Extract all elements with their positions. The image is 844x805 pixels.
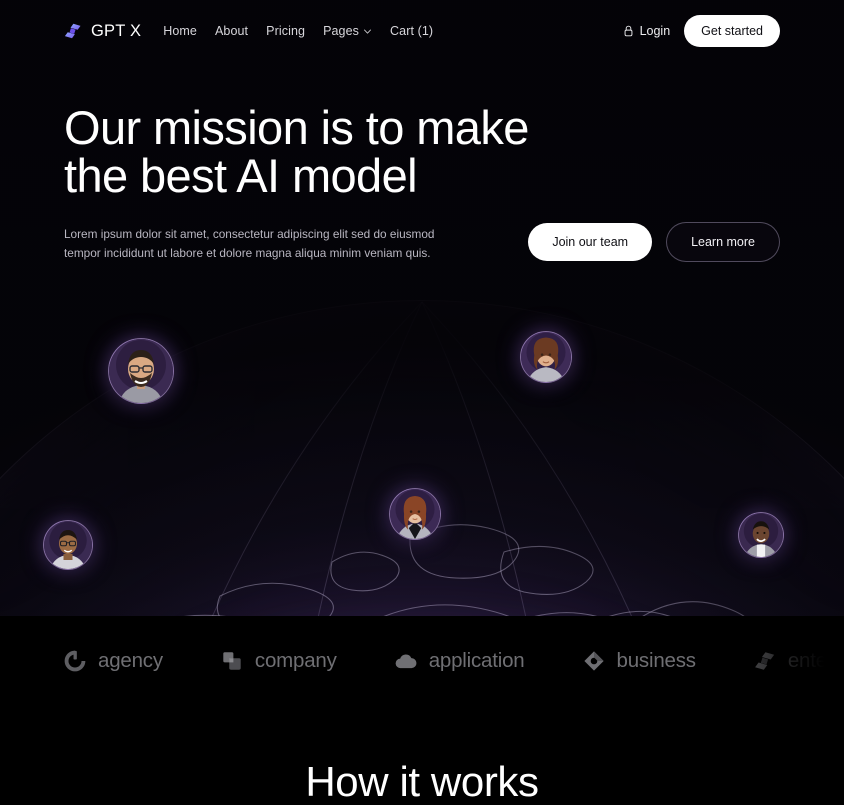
nav-link-home[interactable]: Home [163, 24, 197, 38]
bearded-man-glasses-avatar [109, 339, 173, 403]
brand-logo[interactable]: GPT X [64, 22, 141, 41]
main-navbar: GPT X Home About Pricing Pages Cart (1) … [0, 0, 844, 62]
nav-link-home-label: Home [163, 24, 197, 38]
logo-marquee: agency company application business ente… [0, 616, 844, 706]
logo-marquee-track: agency company application business ente… [64, 616, 844, 706]
how-it-works-title: How it works [305, 758, 539, 805]
cloud-icon [395, 654, 417, 669]
chevron-down-icon [364, 29, 371, 34]
avatar-marker-5[interactable] [738, 512, 784, 558]
gptx-logo-icon [64, 23, 81, 39]
hero-section: GPT X Home About Pricing Pages Cart (1) … [0, 0, 844, 616]
page-title: Our mission is to make the best AI model [64, 101, 529, 203]
nav-link-pricing-label: Pricing [266, 24, 306, 38]
avatar-marker-3[interactable] [43, 520, 93, 570]
avatar-marker-2[interactable] [520, 331, 572, 383]
nav-link-about[interactable]: About [215, 24, 248, 38]
nav-link-cart-label: Cart (1) [390, 24, 434, 38]
lock-icon [624, 25, 632, 37]
login-label: Login [639, 24, 671, 38]
logo-label-enterprise: enterprise [787, 649, 844, 672]
nav-links: Home About Pricing Pages Cart (1) [163, 24, 433, 38]
gptx-logo-icon [754, 652, 774, 670]
login-button[interactable]: Login [623, 24, 671, 38]
nav-link-about-label: About [214, 24, 249, 38]
curly-hair-woman-avatar [521, 332, 571, 382]
how-it-works-section: How it works [0, 706, 844, 805]
logo-item-agency: agency [64, 649, 163, 673]
avatar-marker-1[interactable] [108, 338, 174, 404]
arc-ring-icon [64, 650, 86, 672]
logo-item-enterprise: enterprise [754, 649, 844, 673]
join-our-team-button[interactable]: Join our team [528, 223, 653, 261]
logo-item-business: business [583, 649, 696, 673]
diamond-icon [583, 651, 604, 671]
red-hair-woman-avatar [390, 489, 440, 539]
navbar-actions: Login Get started [623, 15, 780, 47]
smiling-man-avatar [739, 513, 783, 557]
logo-item-company: company [221, 649, 337, 673]
logo-label-company: company [254, 649, 337, 672]
nav-link-pricing[interactable]: Pricing [266, 24, 305, 38]
man-glasses-avatar [44, 521, 92, 569]
learn-more-button[interactable]: Learn more [666, 222, 780, 262]
logo-label-application: application [428, 649, 525, 672]
landing-page: GPT X Home About Pricing Pages Cart (1) … [0, 0, 844, 805]
hero-subtitle: Lorem ipsum dolor sit amet, consectetur … [64, 226, 435, 260]
avatar-marker-4[interactable] [389, 488, 441, 540]
overlapping-squares-icon [223, 652, 241, 670]
nav-link-cart[interactable]: Cart (1) [390, 24, 433, 38]
hero-copy: Our mission is to make the best AI model… [64, 101, 529, 263]
logo-item-application: application [395, 649, 525, 673]
hero-actions: Join our team Learn more [528, 222, 780, 262]
logo-label-agency: agency [98, 649, 163, 672]
logo-label-business: business [616, 649, 697, 672]
nav-link-pages[interactable]: Pages [323, 24, 372, 38]
get-started-button[interactable]: Get started [684, 15, 780, 47]
nav-link-pages-label: Pages [323, 24, 360, 38]
brand-name: GPT X [91, 21, 142, 40]
